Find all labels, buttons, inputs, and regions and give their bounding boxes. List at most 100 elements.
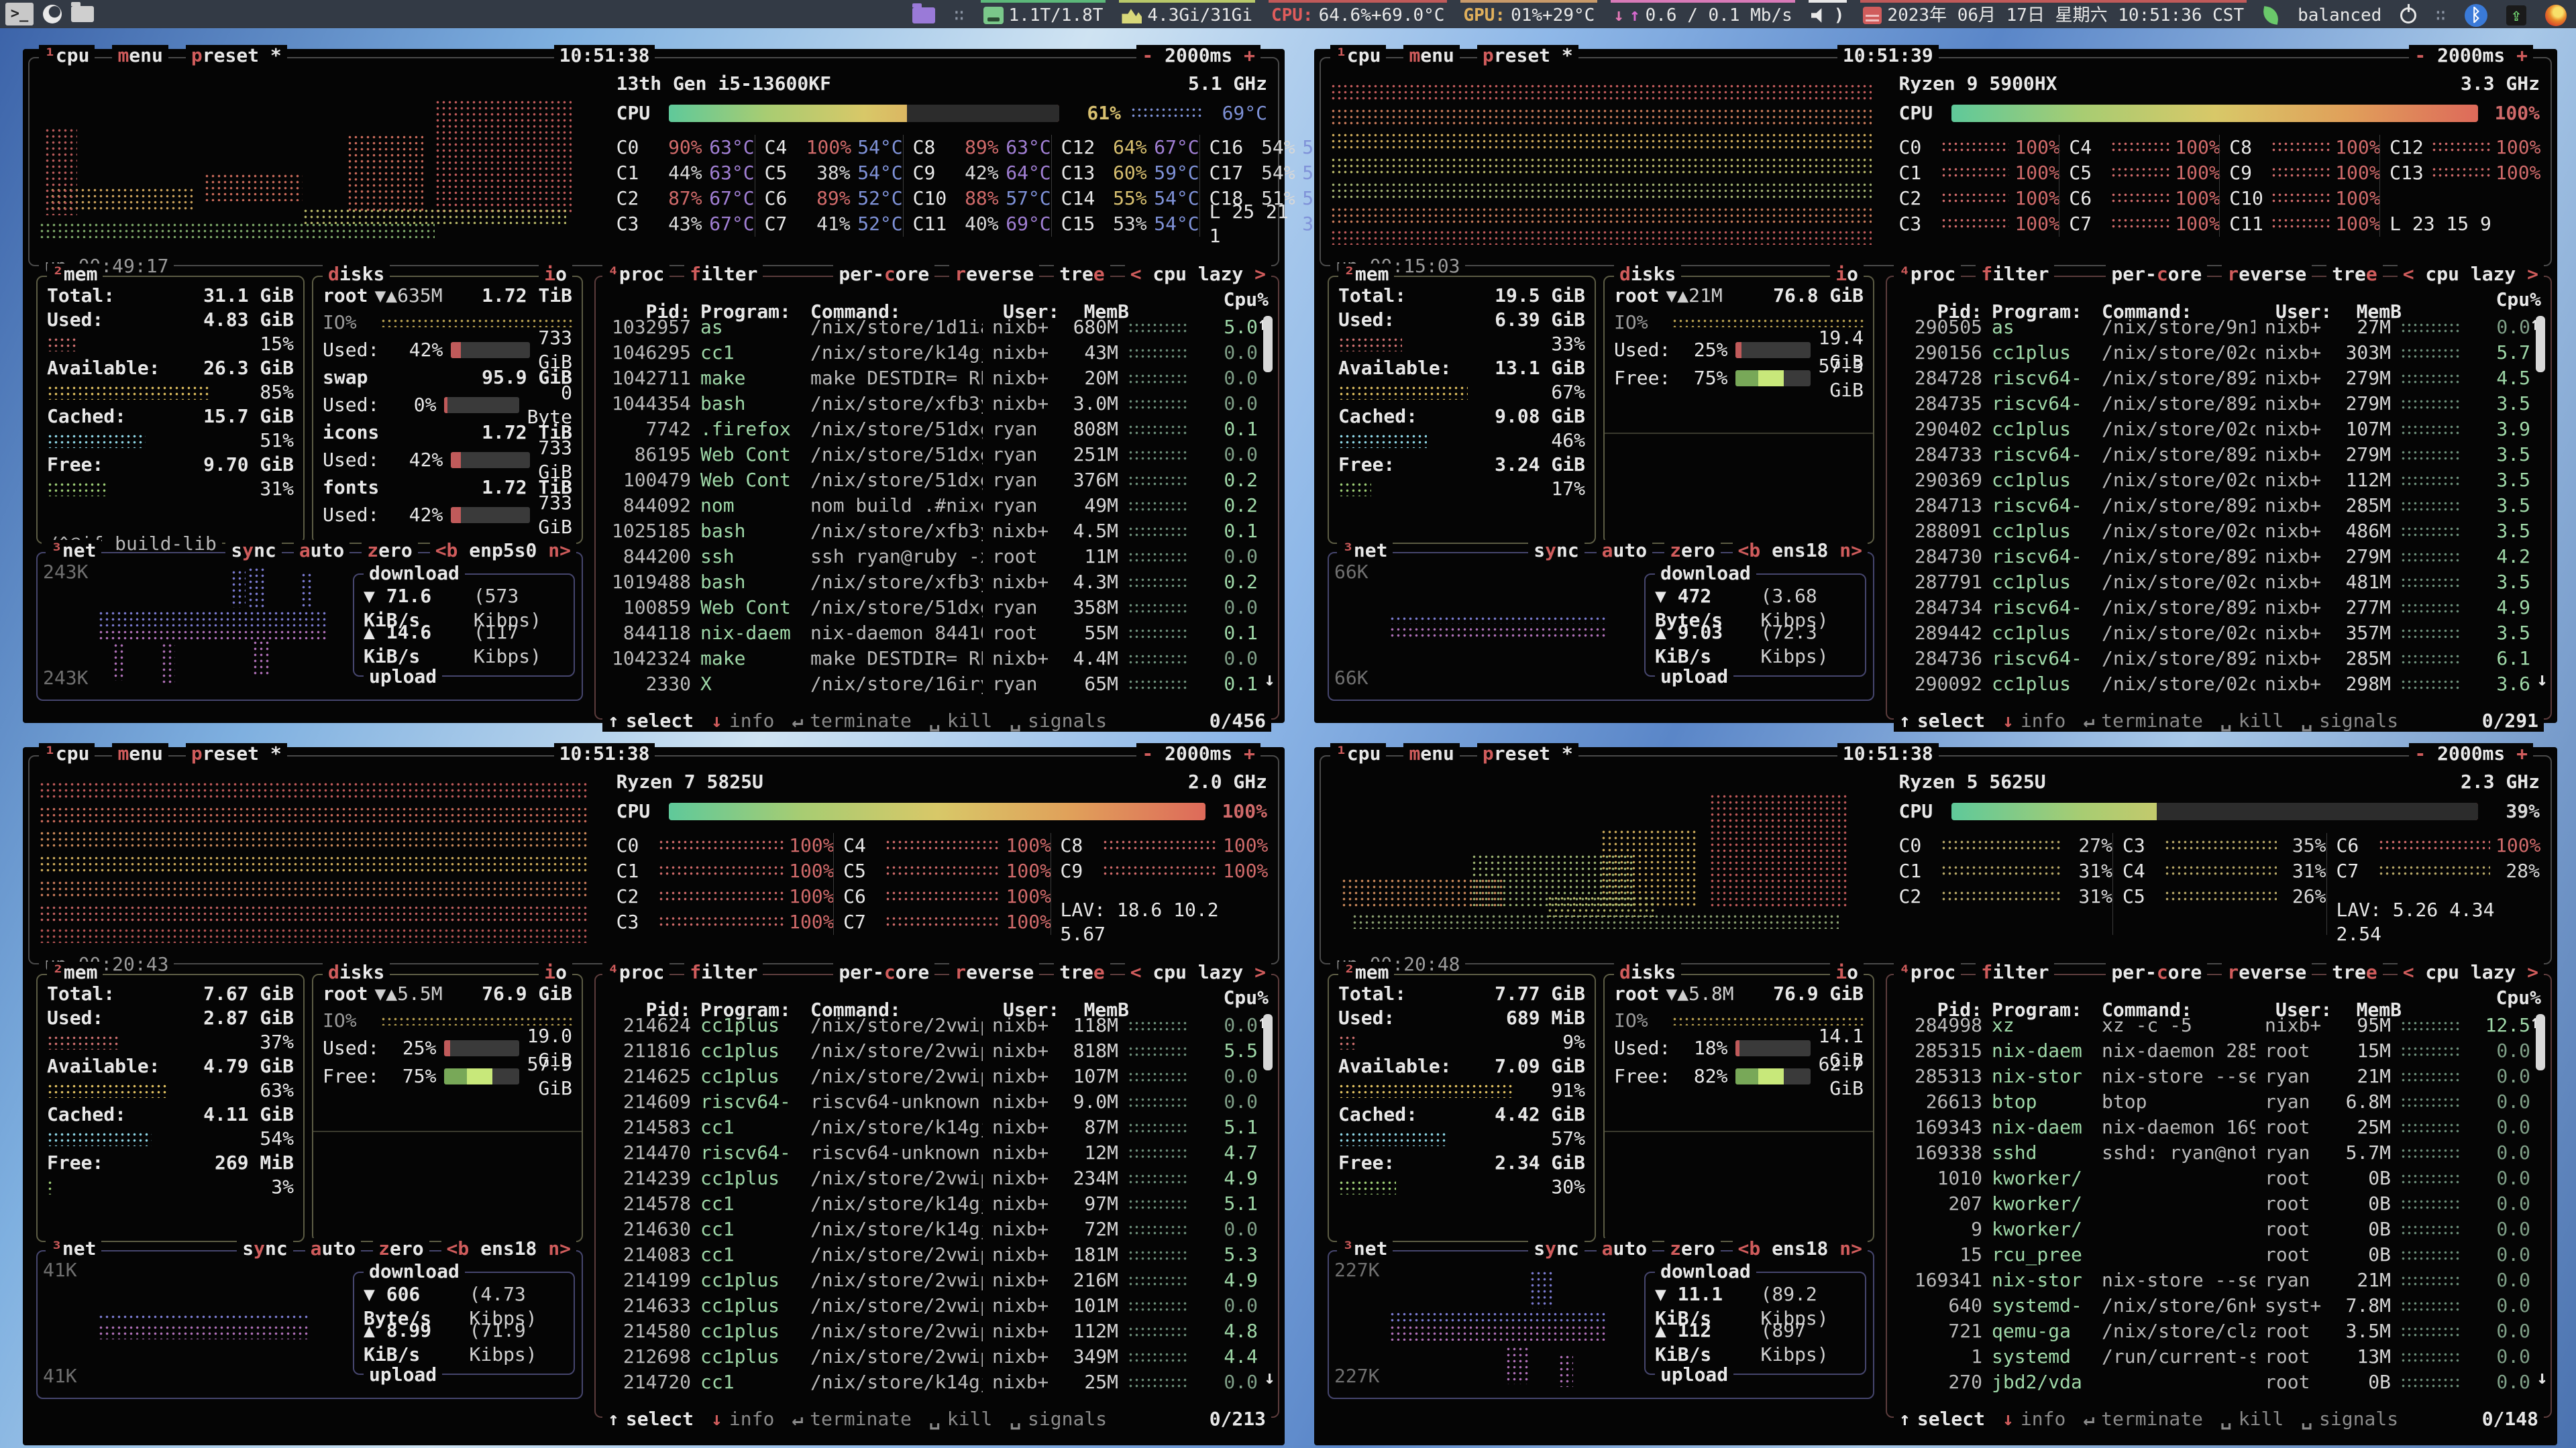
proc-tab-label[interactable]: tree [1059, 961, 1104, 983]
tab-menu[interactable]: menu [1403, 743, 1459, 765]
proc-tab-label[interactable]: ⁴proc [608, 263, 664, 285]
proc-row[interactable]: 7742.firefox/nix/store/51dxgra3ryan808M0… [605, 416, 1258, 442]
proc-row[interactable]: 100479Web Cont/nix/store/51dxgra3ryan376… [605, 467, 1258, 493]
iface-next-button[interactable]: n> [1828, 1237, 1862, 1260]
net-option-label[interactable]: zero [378, 1237, 423, 1260]
proc-row[interactable]: 289442cc1plus/nix/store/02cs0d7snixb+357… [1896, 620, 2530, 646]
proc-row[interactable]: 844200sshssh ryan@ruby -x -iroot11M0.0 [605, 544, 1258, 569]
proc-row[interactable]: 169343nix-daemnix-daemon 169341root25M0.… [1896, 1115, 2530, 1140]
proc-row[interactable]: 284713riscv64-/nix/store/89225k9xnixb+28… [1896, 493, 2530, 518]
proc-row[interactable]: 287791cc1plus/nix/store/02cs0d7snixb+481… [1896, 569, 2530, 595]
sort-prev-button[interactable]: < [1130, 961, 1153, 983]
net-title-label[interactable]: ³net [1342, 539, 1387, 561]
proc-row[interactable]: 214625cc1plus/nix/store/2vwipws2nixb+107… [605, 1064, 1258, 1089]
proc-tab-filter[interactable]: filter [1976, 264, 2054, 285]
net-option-label[interactable]: zero [1670, 1237, 1715, 1260]
proc-row[interactable]: 284736riscv64-/nix/store/89225k9xnixb+28… [1896, 646, 2530, 671]
proc-row[interactable]: 290156cc1plus/nix/store/02cs0d7snixb+303… [1896, 340, 2530, 366]
proc-row[interactable]: 214470riscv64-riscv64-unknown-linnixb+12… [605, 1140, 1258, 1166]
proc-row[interactable]: 1046295cc1/nix/store/k14gjkxnnixb+43M0.0 [605, 340, 1258, 366]
footer-action-terminate[interactable]: terminate [810, 1408, 912, 1430]
tab-label-cpu[interactable]: ¹cpu [44, 44, 89, 66]
tab-preset[interactable]: preset * [1477, 45, 1578, 66]
scroll-down-arrow[interactable]: ↓ [2536, 1366, 2548, 1390]
mem-title-label[interactable]: ²mem [1344, 961, 1389, 983]
net-option-zero[interactable]: zero [1664, 540, 1720, 561]
statusbar-item-grip[interactable]: ∷ [951, 0, 967, 28]
update-interval[interactable]: - 2000ms + [2409, 45, 2533, 66]
proc-tab-label[interactable]: reverse [955, 961, 1034, 983]
proc-row[interactable]: 211816cc1plus/nix/store/2vwipws2nixb+818… [605, 1038, 1258, 1064]
sort-column-switcher[interactable]: < cpu lazy > [1125, 264, 1271, 285]
proc-row[interactable]: 214624cc1plus/nix/store/2vwipws2nixb+118… [605, 1013, 1258, 1038]
proc-tab-label[interactable]: reverse [955, 263, 1034, 285]
proc-row[interactable]: 214580cc1plus/nix/store/2vwipws2nixb+112… [605, 1319, 1258, 1344]
proc-row[interactable]: 844118nix-daemnix-daemon 844104root55M0.… [605, 620, 1258, 646]
footer-action-info[interactable]: info [729, 710, 774, 732]
iface-prev-button[interactable]: <b [435, 539, 470, 561]
iface-next-button[interactable]: n> [537, 1237, 571, 1260]
interval-minus-button[interactable]: - [1142, 742, 1165, 765]
proc-tab-label[interactable]: ⁴proc [1899, 263, 1955, 285]
tab-cpu[interactable]: ¹cpu [1330, 45, 1386, 66]
sort-prev-button[interactable]: < [1130, 263, 1153, 285]
interval-plus-button[interactable]: + [1232, 44, 1255, 66]
proc-row[interactable]: 284730riscv64-/nix/store/89225k9xnixb+27… [1896, 544, 2530, 569]
proc-row[interactable]: 86195Web Cont/nix/store/51dxgra3ryan251M… [605, 442, 1258, 467]
iface-next-button[interactable]: n> [1828, 539, 1862, 561]
sort-next-button[interactable]: > [1243, 961, 1266, 983]
tab-label-cpu[interactable]: ¹cpu [1336, 742, 1381, 765]
footer-action-info[interactable]: info [2021, 1408, 2065, 1430]
iface-prev-button[interactable]: <b [1738, 539, 1772, 561]
sort-next-button[interactable]: > [2516, 961, 2538, 983]
proc-row[interactable]: 214083cc1/nix/store/2vwipws2nixb+181M5.3 [605, 1242, 1258, 1268]
statusbar-item-kv[interactable]: GPU:01%+29°C [1460, 0, 1597, 28]
proc-tab-label[interactable]: filter [1981, 961, 2049, 983]
mem-title-label[interactable]: ²mem [52, 961, 97, 983]
mem-title-label[interactable]: ²mem [52, 263, 97, 285]
proc-row[interactable]: 1systemd/run/current-systemroot13M0.0 [1896, 1344, 2530, 1370]
net-interface-switcher[interactable]: <b ens18 n> [1733, 540, 1868, 561]
interval-plus-button[interactable]: + [2505, 44, 2528, 66]
statusbar-item-grip[interactable]: ∷ [2432, 0, 2449, 28]
footer-action-terminate[interactable]: terminate [2101, 710, 2203, 732]
net-interface-switcher[interactable]: <b enp5s0 n> [430, 540, 576, 561]
update-interval[interactable]: - 2000ms + [1136, 743, 1260, 765]
tab-preset[interactable]: preset * [186, 45, 287, 66]
proc-scrollbar[interactable] [2536, 1014, 2545, 1070]
interval-minus-button[interactable]: - [2414, 44, 2437, 66]
net-option-zero[interactable]: zero [373, 1238, 429, 1260]
proc-tab-label[interactable]: per-core [2111, 961, 2202, 983]
iface-prev-button[interactable]: <b [1738, 1237, 1772, 1260]
proc-tab-label[interactable]: per-core [839, 263, 929, 285]
tab-label-cpu[interactable]: ¹cpu [1336, 44, 1381, 66]
update-interval[interactable]: - 2000ms + [2409, 743, 2533, 765]
statusbar-item-text[interactable]: balanced [2295, 0, 2384, 28]
footer-action-kill[interactable]: kill [947, 1408, 992, 1430]
sort-next-button[interactable]: > [2516, 263, 2538, 285]
interval-plus-button[interactable]: + [2505, 742, 2528, 765]
proc-row[interactable]: 214720cc1/nix/store/k14gjkxnnixb+25M0.0 [605, 1370, 1258, 1395]
proc-tab-label[interactable]: filter [690, 961, 757, 983]
statusbar-item-tray-up[interactable]: ⇪ [2504, 0, 2529, 28]
footer-action-select[interactable]: select [626, 710, 694, 732]
proc-row[interactable]: 212698cc1plus/nix/store/2vwipws2nixb+349… [605, 1344, 1258, 1370]
tab-cpu[interactable]: ¹cpu [1330, 743, 1386, 765]
proc-tab-reverse[interactable]: reverse [949, 962, 1039, 983]
proc-tab-label[interactable]: reverse [2227, 263, 2306, 285]
footer-action-info[interactable]: info [2021, 710, 2065, 732]
proc-tab-reverse[interactable]: reverse [949, 264, 1039, 285]
proc-row[interactable]: 290092cc1plus/nix/store/02cs0d7snixb+298… [1896, 671, 2530, 697]
iface-prev-button[interactable]: <b [447, 1237, 481, 1260]
proc-row[interactable]: 169341nix-stornix-store --serve -ryan21M… [1896, 1268, 2530, 1293]
proc-tab-tree[interactable]: tree [1054, 264, 1110, 285]
proc-tab-label[interactable]: tree [2332, 263, 2377, 285]
proc-row[interactable]: 288091cc1plus/nix/store/02cs0d7snixb+486… [1896, 518, 2530, 544]
interval-plus-button[interactable]: + [1232, 742, 1255, 765]
proc-row[interactable]: 9kworker/root0B0.0 [1896, 1217, 2530, 1242]
proc-tab-filter[interactable]: filter [684, 264, 763, 285]
proc-row[interactable]: 207kworker/root0B0.0 [1896, 1191, 2530, 1217]
proc-row[interactable]: 290402cc1plus/nix/store/02cs0d7snixb+107… [1896, 416, 2530, 442]
statusbar-item-firefox[interactable] [2542, 0, 2569, 28]
proc-tab-label[interactable]: tree [1059, 263, 1104, 285]
